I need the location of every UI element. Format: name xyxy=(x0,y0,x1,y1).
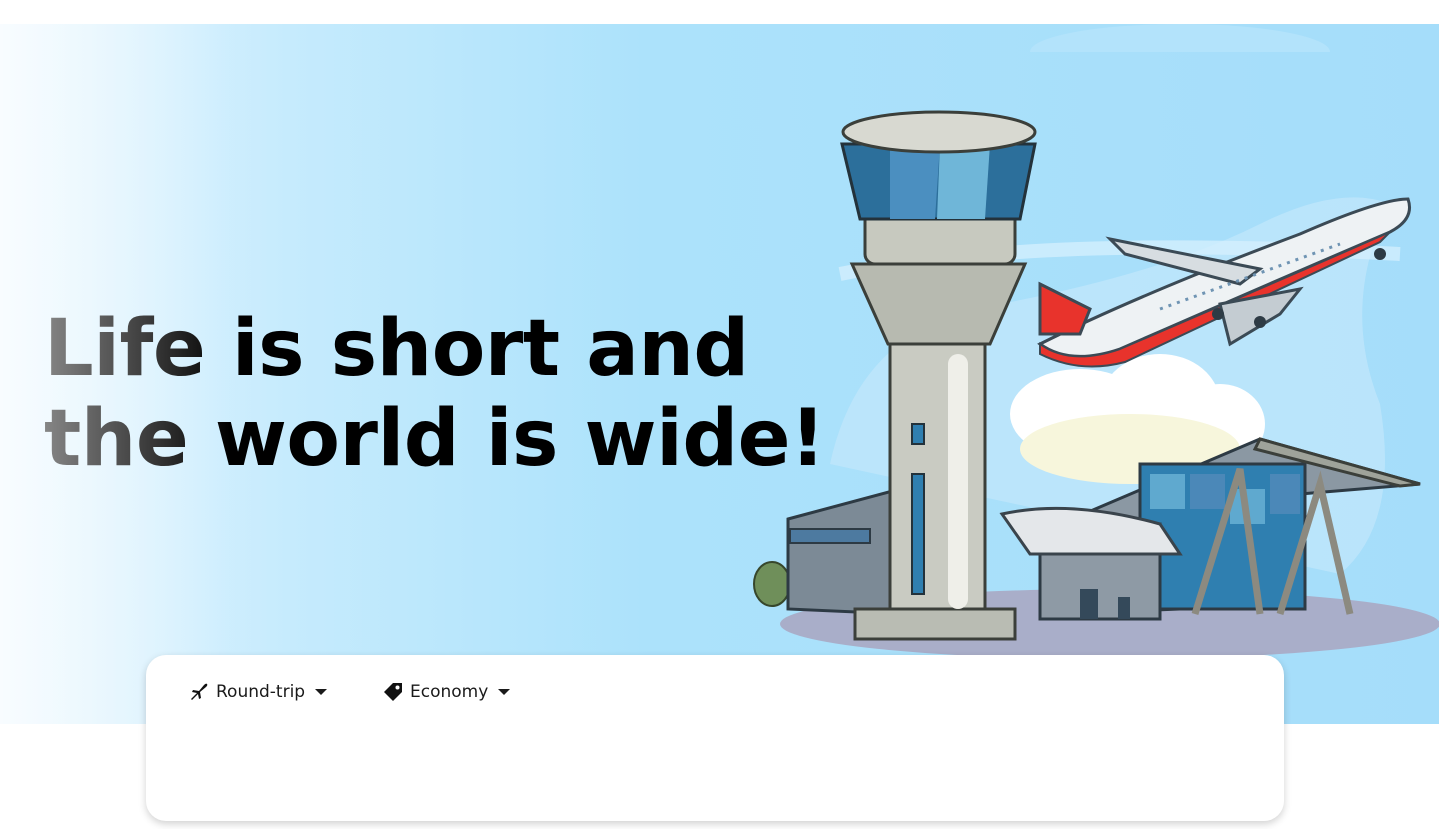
trip-type-selector[interactable]: Round-trip xyxy=(188,679,328,705)
airport-illustration xyxy=(740,104,1439,684)
hero-headline: Life is short and the world is wide! xyxy=(44,304,826,484)
hero-decorative-wave xyxy=(1030,24,1330,52)
cabin-class-selector[interactable]: Economy xyxy=(382,679,511,705)
cabin-class-label: Economy xyxy=(410,682,489,702)
hero-banner: Life is short and the world is wide! xyxy=(0,24,1439,724)
trip-type-label: Round-trip xyxy=(216,682,306,702)
tag-icon xyxy=(382,681,404,703)
page: Life is short and the world is wide! Rou… xyxy=(0,0,1439,829)
hero-headline-line-1: Life is short and xyxy=(44,304,749,394)
chevron-down-icon xyxy=(315,689,328,695)
hero-headline-line-2: the world is wide! xyxy=(44,394,826,484)
flight-search-card: Round-trip Economy xyxy=(146,655,1284,821)
chevron-down-icon xyxy=(498,689,511,695)
airplane-icon xyxy=(188,681,210,703)
